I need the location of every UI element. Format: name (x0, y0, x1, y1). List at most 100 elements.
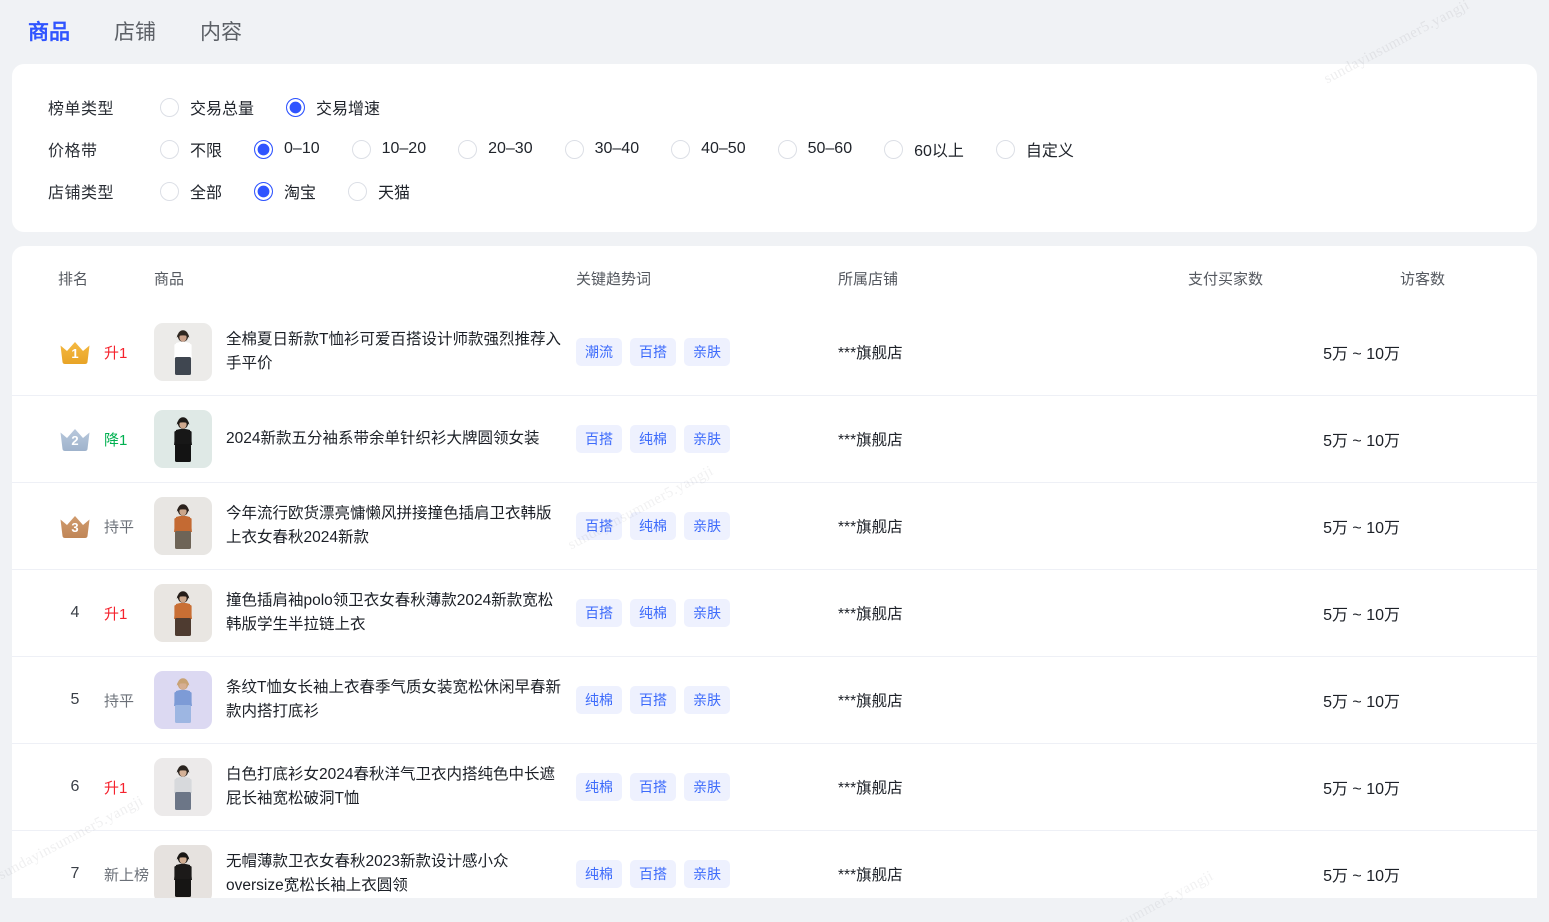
radio-price-0-10[interactable]: 0–10 (254, 139, 344, 159)
shop-name[interactable]: ***旗舰店 (838, 693, 903, 710)
ranking-table-card: 排名 商品 关键趋势词 所属店铺 支付买家数 访客数 1 升1 全棉夏日新款T恤衫可… (12, 246, 1537, 917)
table-body: 1 升1 全棉夏日新款T恤衫可爱百搭设计师款强烈推荐入手平价 潮流 百搭 亲肤 ***旗舰店… (12, 309, 1537, 917)
rank-change-badge: 持平 (104, 692, 135, 710)
keyword-tag[interactable]: 亲肤 (684, 686, 730, 714)
cell-rank: 2 降1 (12, 395, 154, 483)
keyword-tag[interactable]: 亲肤 (684, 773, 730, 801)
keyword-tag[interactable]: 纯棉 (576, 686, 622, 714)
radio-shop-taobao[interactable]: 淘宝 (254, 179, 340, 203)
table-row[interactable]: 2 降1 2024新款五分袖系带余单针织衫大牌圆领女装 百搭 纯棉 亲肤 ***旗舰店 5万 … (12, 395, 1537, 483)
radio-dot-icon (160, 139, 179, 159)
keyword-tag[interactable]: 百搭 (576, 599, 622, 627)
rank-number: 7 (70, 865, 80, 882)
product-thumbnail[interactable] (154, 323, 212, 381)
cell-product: 白色打底衫女2024春秋洋气卫衣内搭纯色中长遮屁长袖宽松破洞T恤 (154, 743, 576, 831)
filter-row-shop-type: 店铺类型 全部 淘宝 天猫 (12, 170, 1537, 212)
product-title[interactable]: 今年流行欧货漂亮慵懒风拼接撞色插肩卫衣韩版上衣女春秋2024新款 (226, 502, 566, 550)
column-header-keywords: 关键趋势词 (576, 271, 652, 288)
radio-list-type-growth[interactable]: 交易增速 (286, 95, 404, 119)
cell-rank: 4 升1 (12, 569, 154, 657)
product-thumbnail[interactable] (154, 584, 212, 642)
product-title[interactable]: 条纹T恤女长袖上衣春季气质女装宽松休闲早春新款内搭打底衫 (226, 676, 566, 724)
keyword-tag[interactable]: 纯棉 (630, 512, 676, 540)
keyword-tag[interactable]: 百搭 (630, 686, 676, 714)
radio-group-price-band: 不限 0–10 10–20 20–30 30–40 40–50 50–60 60… (160, 137, 1106, 161)
radio-label: 全部 (190, 185, 223, 202)
table-header-row: 排名 商品 关键趋势词 所属店铺 支付买家数 访客数 (12, 246, 1537, 309)
table-row[interactable]: 1 升1 全棉夏日新款T恤衫可爱百搭设计师款强烈推荐入手平价 潮流 百搭 亲肤 ***旗舰店… (12, 309, 1537, 396)
shop-name[interactable]: ***旗舰店 (838, 606, 903, 623)
radio-dot-icon (160, 97, 179, 117)
product-thumbnail[interactable] (154, 671, 212, 729)
keyword-tag[interactable]: 纯棉 (630, 599, 676, 627)
rank-change-badge: 升1 (104, 605, 128, 623)
product-title[interactable]: 白色打底衫女2024春秋洋气卫衣内搭纯色中长遮屁长袖宽松破洞T恤 (226, 763, 566, 811)
shop-name[interactable]: ***旗舰店 (838, 345, 903, 362)
table-row[interactable]: 5 持平 条纹T恤女长袖上衣春季气质女装宽松休闲早春新款内搭打底衫 纯棉 百搭 亲肤 ***… (12, 656, 1537, 744)
tab-shops[interactable]: 店铺 (114, 20, 156, 45)
keyword-tag[interactable]: 亲肤 (684, 338, 730, 366)
column-header-product: 商品 (154, 271, 185, 288)
keyword-tag[interactable]: 潮流 (576, 338, 622, 366)
rank-number: 3 (71, 519, 79, 535)
radio-price-10-20[interactable]: 10–20 (351, 139, 451, 159)
keyword-tag-list: 百搭 纯棉 亲肤 (576, 512, 838, 540)
radio-price-30-40[interactable]: 30–40 (564, 139, 664, 159)
cell-rank: 3 持平 (12, 482, 154, 570)
radio-shop-tmall[interactable]: 天猫 (348, 179, 434, 203)
buyers-value: 5万 ~ 10万 (1323, 520, 1400, 537)
product-wrapper: 白色打底衫女2024春秋洋气卫衣内搭纯色中长遮屁长袖宽松破洞T恤 (154, 758, 576, 816)
shop-name[interactable]: ***旗舰店 (838, 867, 903, 884)
radio-label: 40–50 (701, 140, 746, 157)
keyword-tag[interactable]: 亲肤 (684, 599, 730, 627)
keyword-tag[interactable]: 亲肤 (684, 860, 730, 888)
filter-label-shop-type: 店铺类型 (48, 185, 115, 202)
cell-buyers: 5万 ~ 10万 (1188, 569, 1400, 657)
product-title[interactable]: 2024新款五分袖系带余单针织衫大牌圆领女装 (226, 427, 539, 451)
shop-name[interactable]: ***旗舰店 (838, 519, 903, 536)
keyword-tag[interactable]: 纯棉 (576, 860, 622, 888)
keyword-tag[interactable]: 百搭 (630, 860, 676, 888)
keyword-tag-list: 纯棉 百搭 亲肤 (576, 860, 838, 888)
product-title[interactable]: 撞色插肩袖polo领卫衣女春秋薄款2024新款宽松韩版学生半拉链上衣 (226, 589, 566, 637)
radio-price-unlimited[interactable]: 不限 (160, 137, 246, 161)
product-thumbnail[interactable] (154, 410, 212, 468)
keyword-tag[interactable]: 亲肤 (684, 512, 730, 540)
table-row[interactable]: 3 持平 今年流行欧货漂亮慵懒风拼接撞色插肩卫衣韩版上衣女春秋2024新款 百搭 纯棉亲… (12, 482, 1537, 570)
keyword-tag[interactable]: 百搭 (576, 425, 622, 453)
shop-name[interactable]: ***旗舰店 (838, 780, 903, 797)
rank-number: 6 (70, 778, 80, 795)
radio-price-40-50[interactable]: 40–50 (671, 139, 770, 159)
table-row[interactable]: 6 升1 白色打底衫女2024春秋洋气卫衣内搭纯色中长遮屁长袖宽松破洞T恤 纯棉 百搭亲… (12, 743, 1537, 831)
tab-products[interactable]: 商品 (28, 20, 70, 45)
keyword-tag[interactable]: 百搭 (630, 773, 676, 801)
radio-label: 天猫 (378, 185, 411, 202)
crown-gold-icon: 1 (58, 339, 92, 366)
rank-number: 1 (71, 345, 79, 361)
radio-dot-icon (995, 139, 1015, 159)
radio-price-custom[interactable]: 自定义 (995, 137, 1098, 161)
keyword-tag[interactable]: 纯棉 (576, 773, 622, 801)
keyword-tag-list: 百搭 纯棉 亲肤 (576, 599, 838, 627)
keyword-tag[interactable]: 百搭 (630, 338, 676, 366)
cell-buyers: 5万 ~ 10万 (1188, 656, 1400, 744)
rank-change-badge: 升1 (104, 779, 128, 797)
keyword-tag[interactable]: 百搭 (576, 512, 622, 540)
radio-price-50-60[interactable]: 50–60 (777, 139, 877, 159)
keyword-tag[interactable]: 亲肤 (684, 425, 730, 453)
product-thumbnail[interactable] (154, 497, 212, 555)
keyword-tag[interactable]: 纯棉 (630, 425, 676, 453)
product-title[interactable]: 全棉夏日新款T恤衫可爱百搭设计师款强烈推荐入手平价 (226, 328, 566, 376)
shop-name[interactable]: ***旗舰店 (838, 432, 903, 449)
radio-price-60-plus[interactable]: 60以上 (884, 137, 988, 161)
product-title[interactable]: 无帽薄款卫衣女春秋2023新款设计感小众oversize宽松长袖上衣圆领 (226, 850, 566, 898)
top-tab-bar: 商品 店铺 内容 (0, 0, 1549, 64)
radio-price-20-30[interactable]: 20–30 (458, 139, 557, 159)
radio-list-type-total[interactable]: 交易总量 (160, 95, 278, 119)
tab-content[interactable]: 内容 (200, 20, 242, 45)
product-thumbnail[interactable] (154, 845, 212, 903)
crown-bronze-icon: 3 (58, 513, 92, 540)
table-row[interactable]: 4 升1 撞色插肩袖polo领卫衣女春秋薄款2024新款宽松韩版学生半拉链上衣 百搭纯… (12, 569, 1537, 657)
radio-shop-all[interactable]: 全部 (160, 179, 246, 203)
product-thumbnail[interactable] (154, 758, 212, 816)
